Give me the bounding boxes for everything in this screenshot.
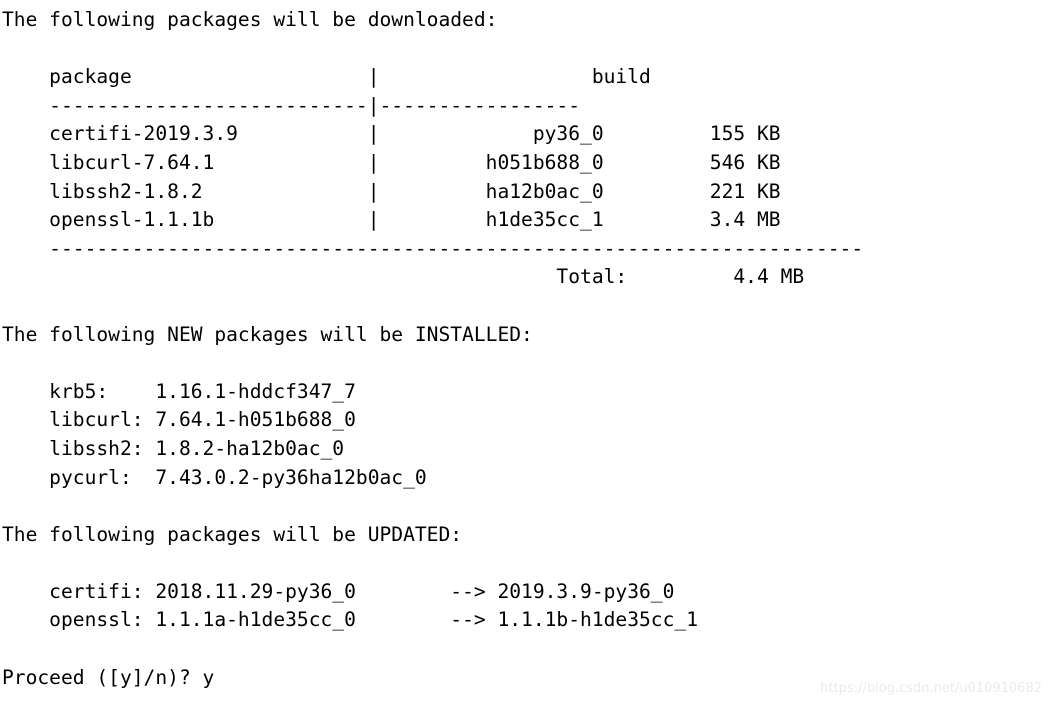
list-item: openssl: 1.1.1a-h1de35cc_0 --> 1.1.1b-h1…	[2, 608, 698, 632]
list-item: krb5: 1.16.1-hddcf347_7	[2, 379, 356, 403]
watermark: https://blog.csdn.net/u010910682	[820, 681, 1042, 696]
console-output: The following packages will be downloade…	[0, 0, 1052, 692]
list-item: libssh2: 1.8.2-ha12b0ac_0	[2, 436, 345, 460]
list-item: certifi: 2018.11.29-py36_0 --> 2019.3.9-…	[2, 579, 675, 603]
table-row: openssl-1.1.1b | h1de35cc_1 3.4 MB	[2, 208, 781, 232]
download-table-header: package | build	[2, 65, 651, 89]
terminal-window: The following packages will be downloade…	[0, 0, 1052, 702]
download-table-total-separator: ----------------------------------------…	[2, 236, 864, 260]
download-table-header-separator: ---------------------------|------------…	[2, 93, 581, 117]
table-row: certifi-2019.3.9 | py36_0 155 KB	[2, 122, 781, 146]
installed-section-heading: The following NEW packages will be INSTA…	[2, 322, 533, 346]
list-item: libcurl: 7.64.1-h051b688_0	[2, 408, 356, 432]
download-total-line: Total: 4.4 MB	[2, 265, 805, 289]
updated-section-heading: The following packages will be UPDATED:	[2, 522, 463, 546]
table-row: libcurl-7.64.1 | h051b688_0 546 KB	[2, 150, 781, 174]
list-item: pycurl: 7.43.0.2-py36ha12b0ac_0	[2, 465, 427, 489]
table-row: libssh2-1.8.2 | ha12b0ac_0 221 KB	[2, 179, 781, 203]
download-section-heading: The following packages will be downloade…	[2, 8, 498, 31]
